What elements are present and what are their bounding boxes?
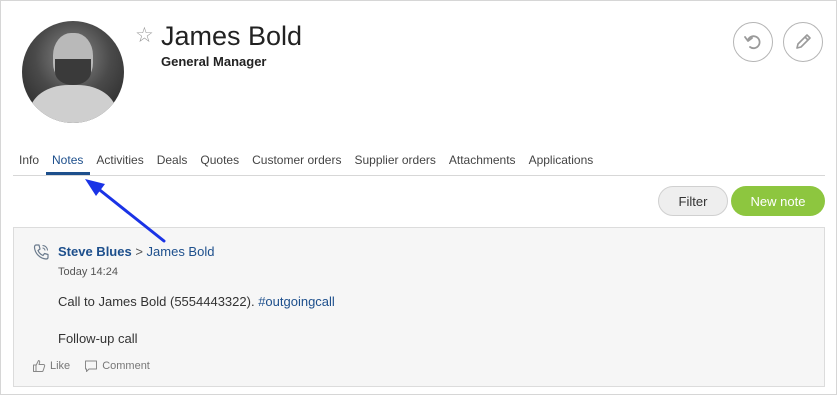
tab-activities[interactable]: Activities — [90, 147, 150, 175]
note-actions: Like Comment — [32, 359, 164, 373]
pencil-icon — [796, 34, 811, 49]
tab-deals[interactable]: Deals — [151, 147, 195, 175]
undo-button[interactable] — [733, 22, 773, 62]
hashtag-link[interactable]: #outgoingcall — [258, 294, 335, 309]
note-author-link[interactable]: Steve Blues — [58, 244, 132, 259]
comment-label: Comment — [102, 360, 150, 372]
phone-icon — [33, 244, 49, 260]
note-body-text: Call to James Bold (5554443322). — [58, 294, 259, 309]
avatar-torso — [30, 85, 116, 123]
note-header: Steve Blues > James Bold — [58, 244, 214, 259]
edit-button[interactable] — [783, 22, 823, 62]
contact-name: James Bold — [161, 21, 303, 51]
note-separator: > — [131, 244, 147, 259]
note-timestamp: Today 14:24 — [58, 266, 118, 278]
tab-customer-orders[interactable]: Customer orders — [246, 147, 348, 175]
tab-info[interactable]: Info — [13, 147, 46, 175]
contact-role: General Manager — [161, 54, 267, 69]
note-body: Call to James Bold (5554443322). #outgoi… — [58, 294, 335, 309]
tab-bar: Info Notes Activities Deals Quotes Custo… — [13, 147, 825, 176]
tab-supplier-orders[interactable]: Supplier orders — [348, 147, 442, 175]
comment-button[interactable]: Comment — [84, 359, 150, 373]
undo-icon — [744, 35, 761, 50]
new-note-button[interactable]: New note — [731, 186, 825, 216]
like-button[interactable]: Like — [32, 359, 70, 373]
tab-applications[interactable]: Applications — [523, 147, 601, 175]
avatar-beard — [55, 59, 91, 85]
filter-button[interactable]: Filter — [658, 186, 728, 216]
note-target-link[interactable]: James Bold — [147, 244, 215, 259]
comment-icon — [85, 360, 98, 372]
note-card: Steve Blues > James Bold Today 14:24 Cal… — [13, 227, 825, 387]
avatar — [22, 21, 124, 123]
note-body-line2: Follow-up call — [58, 331, 138, 346]
tab-attachments[interactable]: Attachments — [443, 147, 523, 175]
star-icon[interactable]: ☆ — [135, 25, 154, 46]
like-label: Like — [50, 360, 71, 372]
tab-notes[interactable]: Notes — [46, 147, 91, 175]
thumbs-up-icon — [33, 360, 46, 372]
tab-quotes[interactable]: Quotes — [194, 147, 246, 175]
